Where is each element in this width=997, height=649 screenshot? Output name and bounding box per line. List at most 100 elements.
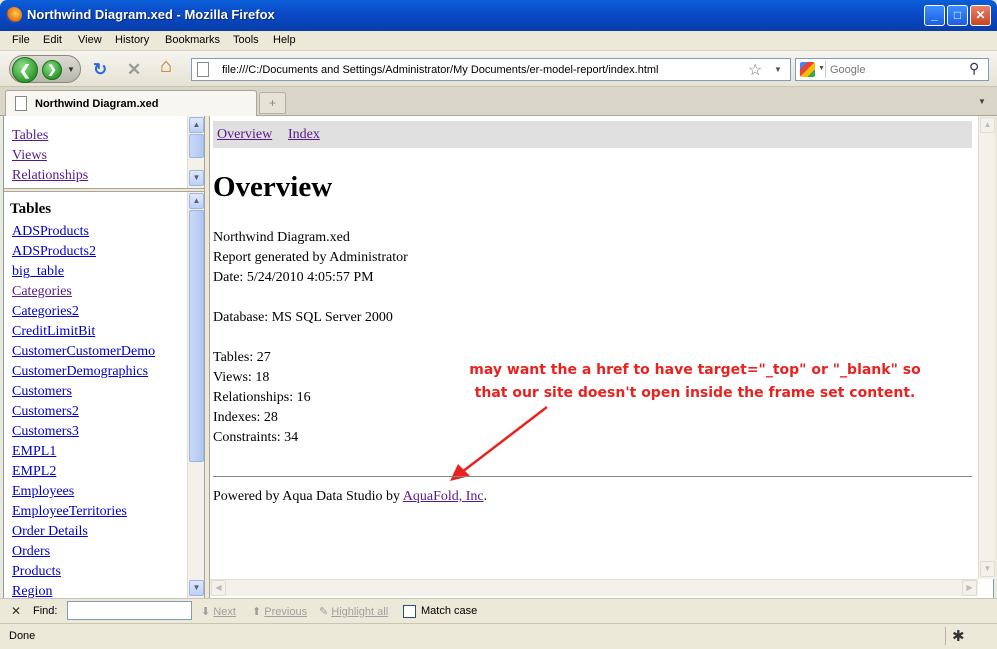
scroll-down-icon[interactable]: ▼ — [189, 170, 204, 186]
info-database: Database: MS SQL Server 2000 — [213, 310, 393, 325]
menu-bookmarks[interactable]: Bookmarks — [165, 34, 220, 46]
info-relationships-count: Relationships: 16 — [213, 390, 311, 405]
highlight-all-button[interactable]: ✎ Highlight all — [319, 605, 388, 618]
menu-view[interactable]: View — [78, 34, 102, 46]
scroll-left-icon[interactable]: ◀ — [211, 580, 226, 596]
close-button[interactable]: ✕ — [970, 5, 991, 26]
list-item[interactable]: Products — [12, 562, 155, 582]
status-text: Done — [9, 630, 36, 642]
link-views[interactable]: Views — [12, 146, 88, 166]
new-tab-button[interactable]: + — [259, 92, 286, 114]
link-index[interactable]: Index — [288, 125, 320, 145]
list-item[interactable]: EMPL2 — [12, 462, 155, 482]
bookmark-star-icon[interactable]: ☆ — [748, 60, 762, 80]
match-case-checkbox[interactable] — [403, 605, 416, 618]
scroll-down-icon[interactable]: ▼ — [189, 580, 204, 596]
list-item[interactable]: CustomerCustomerDemo — [12, 342, 155, 362]
search-engine-selector[interactable]: ▼ — [798, 61, 826, 78]
link-tables[interactable]: Tables — [12, 126, 88, 146]
list-item[interactable]: CustomerDemographics — [12, 362, 155, 382]
list-item[interactable]: EmployeeTerritories — [12, 502, 155, 522]
list-item[interactable]: ADSProducts — [12, 222, 155, 242]
link-relationships[interactable]: Relationships — [12, 166, 88, 186]
list-item[interactable]: EMPL1 — [12, 442, 155, 462]
main-frame-horizontal-scrollbar[interactable]: ◀ ▶ — [210, 579, 978, 596]
forward-button[interactable]: ❯ — [42, 60, 62, 80]
url-text[interactable]: file:///C:/Documents and Settings/Admini… — [222, 64, 659, 76]
menu-help[interactable]: Help — [273, 34, 296, 46]
list-item[interactable]: Region — [12, 582, 155, 598]
menu-tools[interactable]: Tools — [233, 34, 259, 46]
search-input[interactable] — [830, 62, 966, 77]
highlighter-icon: ✎ — [319, 606, 329, 618]
history-dropdown-icon[interactable]: ▼ — [67, 65, 75, 74]
home-icon[interactable]: ⌂ — [160, 56, 172, 76]
search-icon[interactable]: ⚲ — [969, 60, 979, 77]
tab-label: Northwind Diagram.xed — [35, 98, 159, 110]
find-previous-button[interactable]: ⬆ Previous — [252, 605, 307, 618]
find-bar: ✕ Find: ⬇ Next ⬆ Previous ✎ Highlight al… — [0, 598, 997, 623]
list-item[interactable]: ADSProducts2 — [12, 242, 155, 262]
main-frame-scrollbar[interactable]: ▲ ▼ — [978, 116, 995, 579]
minimize-button[interactable]: _ — [924, 5, 945, 26]
menu-edit[interactable]: Edit — [43, 34, 62, 46]
scroll-thumb[interactable] — [189, 134, 204, 158]
firebug-icon[interactable]: ✱ — [952, 627, 965, 645]
info-date: Date: 5/24/2010 4:05:57 PM — [213, 270, 374, 285]
list-all-tabs-icon[interactable]: ▼ — [978, 97, 986, 106]
list-item[interactable]: big_table — [12, 262, 155, 282]
info-tables-count: Tables: 27 — [213, 350, 271, 365]
info-generated-by: Report generated by Administrator — [213, 250, 408, 265]
tables-heading: Tables — [10, 201, 52, 217]
scroll-down-icon[interactable]: ▼ — [980, 561, 995, 577]
back-forward-group: ❮ ❯ ▼ — [9, 55, 81, 83]
find-next-button[interactable]: ⬇ Next — [201, 605, 236, 618]
list-item[interactable]: Employees — [12, 482, 155, 502]
annotation-line-2: that our site doesn't open inside the fr… — [474, 385, 916, 401]
maximize-button[interactable]: □ — [947, 5, 968, 26]
list-item[interactable]: Orders — [12, 542, 155, 562]
url-dropdown-icon[interactable]: ▼ — [774, 65, 782, 74]
nav-frame-scrollbar[interactable]: ▲ ▼ — [187, 116, 204, 188]
find-input[interactable] — [67, 601, 192, 620]
search-box[interactable]: ▼ ⚲ — [795, 58, 989, 81]
scroll-up-icon[interactable]: ▲ — [189, 193, 204, 209]
menu-history[interactable]: History — [115, 34, 149, 46]
annotation-arrow-icon — [450, 406, 548, 481]
tab-active[interactable]: Northwind Diagram.xed — [5, 90, 257, 116]
list-item[interactable]: CreditLimitBit — [12, 322, 155, 342]
google-icon — [800, 62, 815, 77]
link-overview[interactable]: Overview — [217, 125, 272, 145]
annotation-line-1: may want the a href to have target="_top… — [469, 362, 921, 378]
list-item[interactable]: Customers2 — [12, 402, 155, 422]
tables-frame-scrollbar[interactable]: ▲ ▼ — [187, 192, 204, 598]
chevron-down-icon: ▼ — [818, 65, 825, 72]
scroll-thumb[interactable] — [189, 210, 204, 462]
reload-icon[interactable]: ↻ — [93, 61, 107, 78]
tables-frame: Tables ADSProducts ADSProducts2 big_tabl… — [4, 192, 204, 598]
status-bar: Done ✱ — [0, 623, 997, 649]
close-find-icon[interactable]: ✕ — [11, 604, 21, 618]
back-button[interactable]: ❮ — [12, 57, 38, 83]
info-diagram-name: Northwind Diagram.xed — [213, 230, 350, 245]
arrow-down-icon: ⬇ — [201, 606, 211, 618]
list-item[interactable]: Categories2 — [12, 302, 155, 322]
main-frame: Overview Index Overview Northwind Diagra… — [210, 116, 995, 598]
url-bar[interactable]: file:///C:/Documents and Settings/Admini… — [191, 58, 791, 81]
content-area: Tables Views Relationships ▲ ▼ Tables AD… — [3, 116, 995, 598]
menu-file[interactable]: File — [12, 34, 30, 46]
stop-icon[interactable]: ✕ — [127, 61, 141, 78]
list-item[interactable]: Customers3 — [12, 422, 155, 442]
aquafold-link[interactable]: AquaFold, Inc — [403, 489, 484, 504]
title-bar: Northwind Diagram.xed - Mozilla Firefox … — [0, 0, 997, 31]
scroll-up-icon[interactable]: ▲ — [980, 117, 995, 133]
list-item[interactable]: Categories — [12, 282, 155, 302]
list-item[interactable]: Customers — [12, 382, 155, 402]
scroll-right-icon[interactable]: ▶ — [962, 580, 977, 596]
scroll-up-icon[interactable]: ▲ — [189, 117, 204, 133]
find-next-label: Next — [213, 606, 236, 618]
list-item[interactable]: Order Details — [12, 522, 155, 542]
tab-bar: Northwind Diagram.xed + ▼ — [0, 87, 997, 116]
find-previous-label: Previous — [264, 606, 308, 618]
arrow-up-icon: ⬆ — [252, 606, 262, 618]
